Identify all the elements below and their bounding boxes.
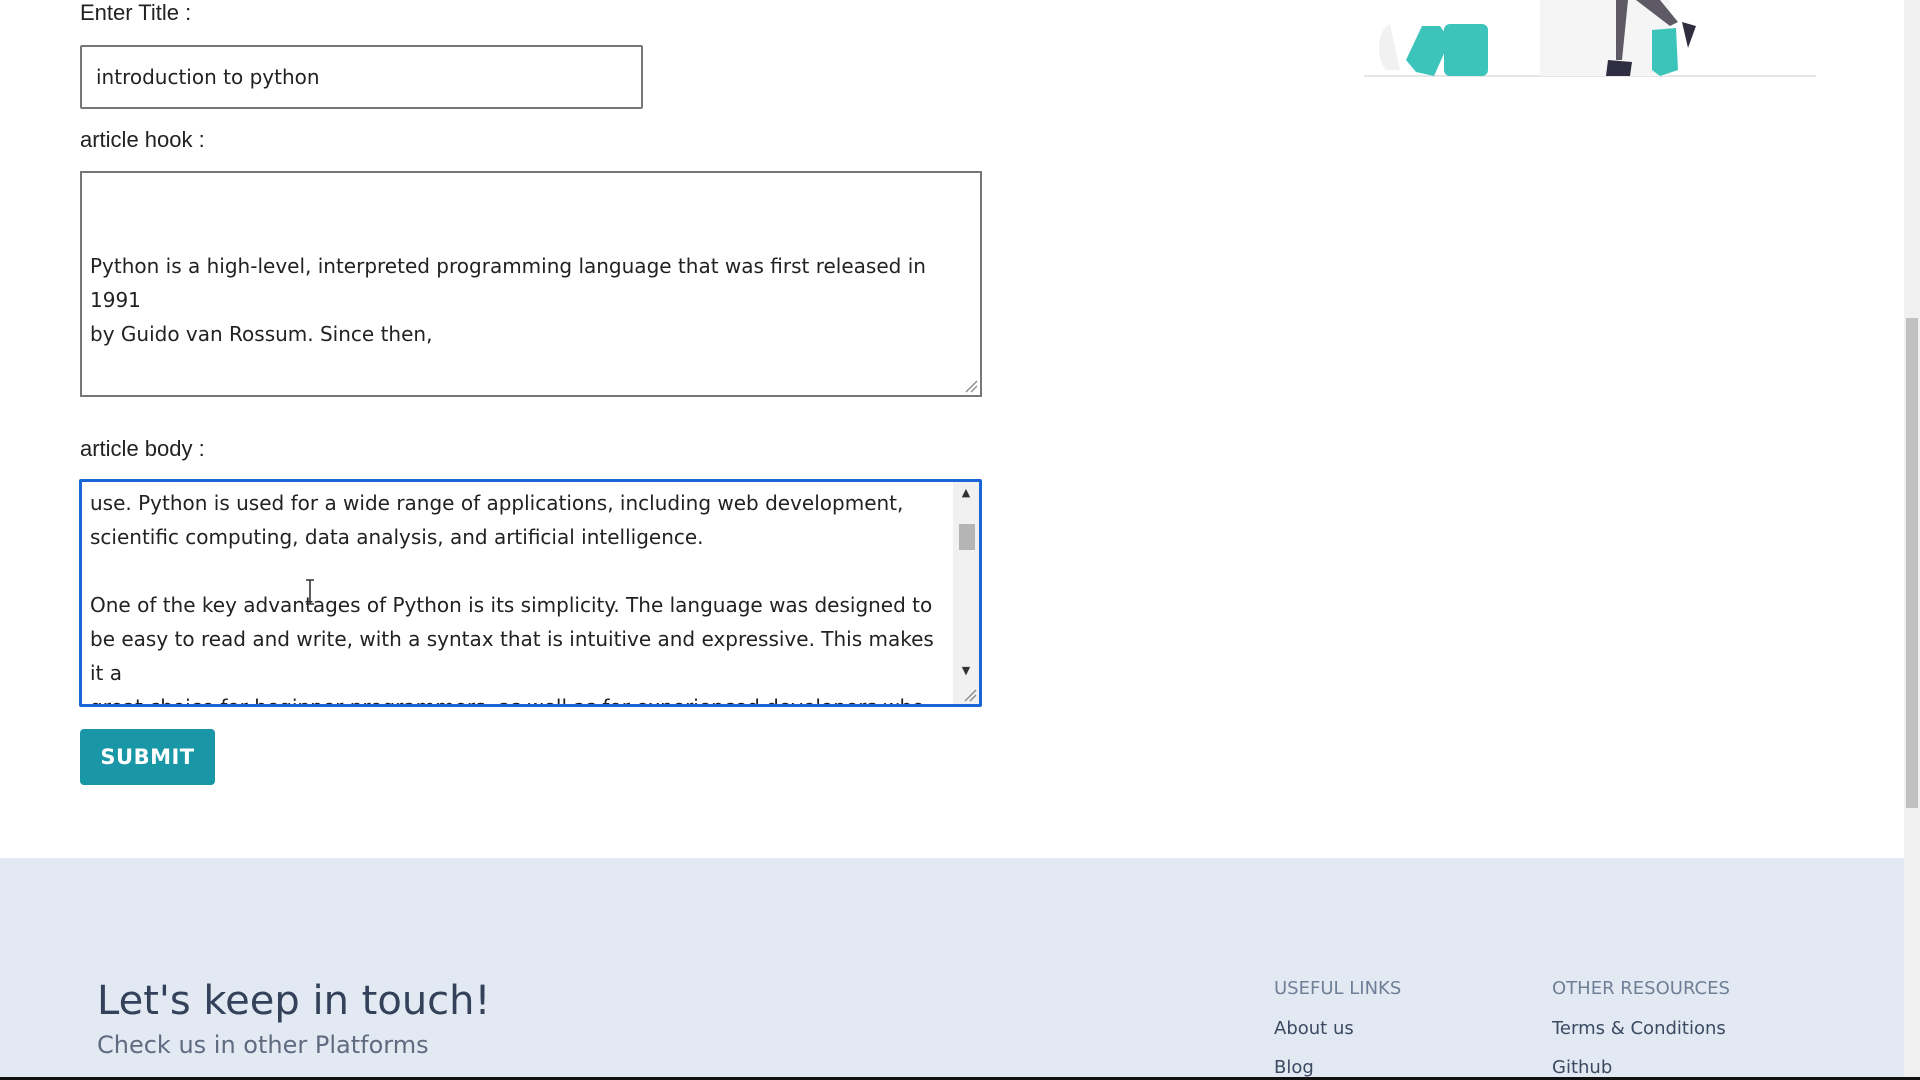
footer-link-blog[interactable]: Blog: [1274, 1057, 1314, 1078]
hook-label: article hook :: [80, 127, 205, 152]
body-textarea[interactable]: use. Python is used for a wide range of …: [79, 479, 982, 707]
submit-button[interactable]: SUBMIT: [80, 729, 215, 785]
footer-link-terms[interactable]: Terms & Conditions: [1552, 1018, 1726, 1039]
scroll-up-arrow-icon[interactable]: ▲: [953, 482, 979, 504]
body-scroll-thumb[interactable]: [959, 524, 975, 550]
footer-link-about-us[interactable]: About us: [1274, 1018, 1354, 1039]
hero-illustration: [1360, 0, 1820, 80]
body-scrollbar[interactable]: ▲ ▼: [953, 482, 979, 704]
page-scrollbar[interactable]: [1904, 0, 1920, 1080]
body-text: use. Python is used for a wide range of …: [90, 491, 934, 707]
hook-textarea[interactable]: Python is a high-level, interpreted prog…: [80, 171, 982, 397]
footer: Let's keep in touch! Check us in other P…: [0, 858, 1904, 1080]
title-input[interactable]: introduction to python: [80, 45, 643, 109]
resize-grip-icon[interactable]: [963, 688, 977, 702]
footer-subheading: Check us in other Platforms: [97, 1031, 429, 1059]
useful-links-title: USEFUL LINKS: [1274, 978, 1402, 999]
footer-heading: Let's keep in touch!: [97, 978, 491, 1024]
page-scroll-thumb[interactable]: [1906, 318, 1918, 808]
hook-text: Python is a high-level, interpreted prog…: [90, 254, 926, 346]
other-resources-title: OTHER RESOURCES: [1552, 978, 1730, 999]
resize-grip-icon[interactable]: [964, 379, 978, 393]
scroll-down-arrow-icon[interactable]: ▼: [953, 660, 979, 682]
body-label: article body :: [80, 436, 205, 461]
title-label: Enter Title :: [80, 0, 192, 25]
text-cursor-icon: [306, 579, 314, 605]
footer-link-github[interactable]: Github: [1552, 1057, 1612, 1078]
